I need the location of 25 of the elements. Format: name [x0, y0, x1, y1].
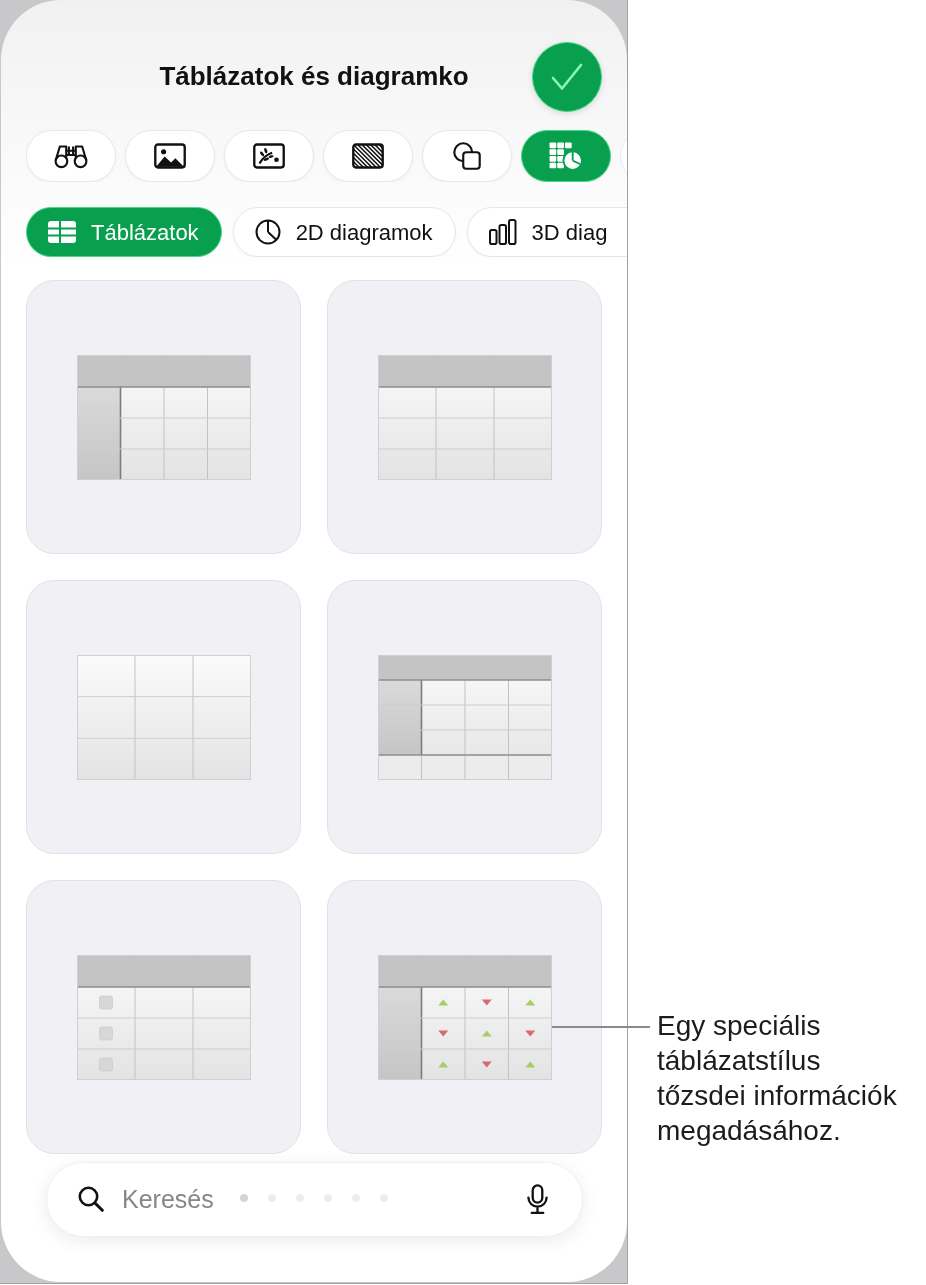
hatched-rectangle-icon: [352, 143, 384, 169]
table-style-card[interactable]: [26, 580, 301, 854]
table-icon: [48, 221, 76, 243]
bar-chart-icon: [488, 219, 517, 245]
table-style-card[interactable]: [327, 280, 602, 554]
checkmark-icon: [551, 63, 583, 91]
pie-chart-icon: [254, 219, 281, 245]
table-chart-icon: [549, 141, 583, 171]
category-tab[interactable]: 2D diagramok: [232, 207, 456, 257]
page-dot[interactable]: [240, 1194, 248, 1202]
category-tab[interactable]: 3D diag: [466, 207, 627, 257]
microphone-icon[interactable]: [526, 1184, 549, 1215]
callout-text: Egy speciális táblázatstílus tőzsdei információk megadásához.: [657, 1009, 898, 1148]
shapes-icon: [453, 142, 481, 170]
table-style-card[interactable]: [327, 580, 602, 854]
table-style-card[interactable]: [327, 880, 602, 1154]
search-field[interactable]: Keresés: [46, 1162, 583, 1237]
sheet-title: Táblázatok és diagramko: [159, 61, 469, 93]
search-icon: [78, 1186, 104, 1212]
table-style-card[interactable]: [26, 880, 301, 1154]
framed-picture-icon: [253, 143, 285, 169]
done-button[interactable]: [532, 42, 602, 112]
table-style-card[interactable]: [26, 280, 301, 554]
image-icon: [154, 143, 186, 169]
binoculars-icon: [54, 143, 88, 169]
